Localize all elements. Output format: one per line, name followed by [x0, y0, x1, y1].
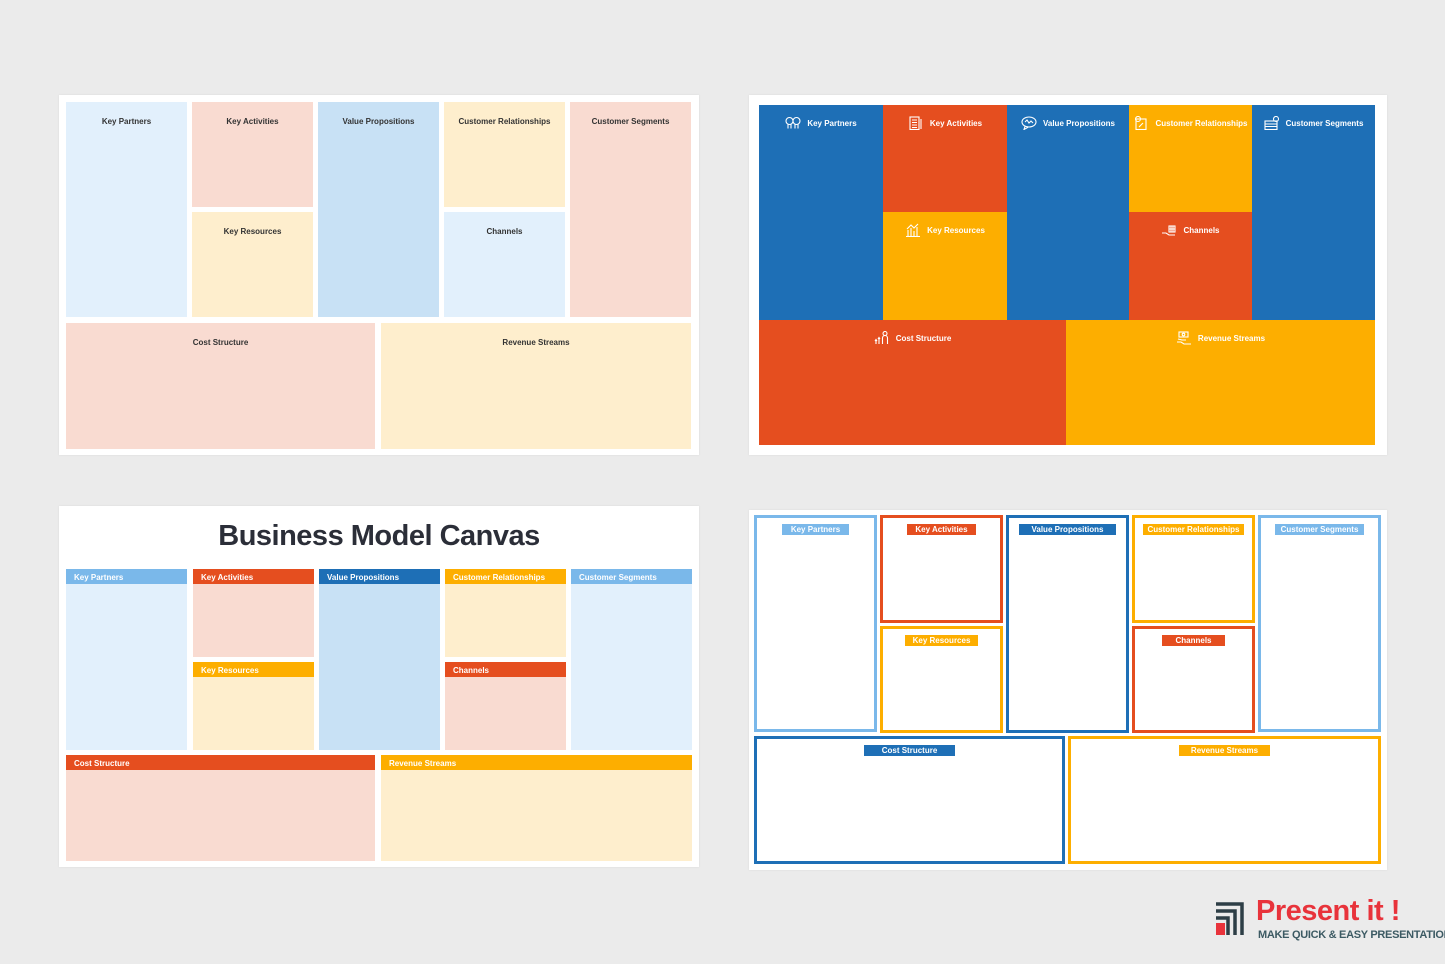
- block-key-activities: Key Activities: [193, 569, 314, 657]
- block-value-propositions: Value Propositions: [1007, 105, 1129, 320]
- block-cost-structure: Cost Structure: [754, 736, 1065, 864]
- block-revenue-streams: Revenue Streams: [1068, 736, 1381, 864]
- block-cost-structure: Cost Structure: [66, 323, 375, 449]
- speech-bubble-icon: [1021, 116, 1037, 132]
- block-customer-segments: Customer Segments: [571, 569, 692, 750]
- block-label: Revenue Streams: [502, 338, 570, 347]
- block-cost-structure: Cost Structure: [66, 755, 375, 861]
- block-label: Channels: [1162, 635, 1225, 646]
- block-customer-relationships: Customer Relationships: [444, 102, 565, 207]
- block-label: Key Partners: [781, 524, 850, 535]
- block-header: Channels: [445, 662, 566, 677]
- block-channels: Channels: [1132, 626, 1255, 733]
- partners-heads-icon: [785, 116, 801, 132]
- block-revenue-streams: Revenue Streams: [381, 755, 692, 861]
- block-header: Revenue Streams: [381, 755, 692, 770]
- block-customer-segments: Customer Segments: [1258, 515, 1381, 732]
- block-value-propositions: Value Propositions: [318, 102, 439, 317]
- block-label: Key Activities: [226, 117, 279, 126]
- block-key-resources: Key Resources: [192, 212, 313, 317]
- block-label: Channels: [486, 227, 523, 236]
- block-header: Customer Segments: [571, 569, 692, 584]
- chart-bars-icon: [905, 223, 921, 239]
- block-key-partners: Key Partners: [66, 569, 187, 750]
- block-key-partners: Key Partners: [66, 102, 187, 317]
- block-label: Revenue Streams: [1197, 334, 1266, 343]
- block-header: Key Partners: [66, 569, 187, 584]
- block-key-activities: Key Activities: [880, 515, 1003, 623]
- canvas-slide-pastel[interactable]: Key Partners Key Activities Key Resource…: [59, 95, 699, 455]
- clipboard-list-icon: [908, 116, 924, 132]
- block-key-activities: Key Activities: [192, 102, 313, 207]
- block-channels: Channels: [444, 212, 565, 317]
- canvas-slide-outlined[interactable]: Key Partners Key Activities Key Resource…: [749, 510, 1387, 870]
- block-header: Cost Structure: [66, 755, 375, 770]
- block-label: Customer Relationships: [458, 117, 551, 126]
- handshake-document-icon: [1133, 115, 1149, 132]
- block-key-partners: Key Partners: [754, 515, 877, 732]
- logo-tagline: MAKE QUICK & EASY PRESENTATIONS: [1258, 929, 1445, 941]
- block-label: Value Propositions: [1042, 119, 1115, 128]
- block-revenue-streams: Revenue Streams: [381, 323, 691, 449]
- block-customer-relationships: Customer Relationships: [445, 569, 566, 657]
- present-it-logo: Present it ! MAKE QUICK & EASY PRESENTAT…: [1216, 895, 1445, 942]
- block-customer-relationships: Customer Relationships: [1132, 515, 1255, 623]
- person-growth-icon: [874, 330, 890, 347]
- block-value-propositions: Value Propositions: [319, 569, 440, 750]
- block-header: Value Propositions: [319, 569, 440, 584]
- logo-name: Present it !: [1256, 895, 1400, 927]
- block-label: Key Activities: [907, 524, 976, 535]
- block-label: Cost Structure: [192, 338, 249, 347]
- block-label: Customer Relationships: [1155, 119, 1248, 128]
- block-label: Cost Structure: [863, 745, 956, 756]
- block-cost-structure: Cost Structure: [759, 320, 1066, 445]
- block-customer-relationships: Customer Relationships: [1129, 105, 1252, 212]
- block-key-partners: Key Partners: [759, 105, 883, 320]
- block-label: Channels: [1183, 226, 1220, 235]
- block-key-resources: Key Resources: [193, 662, 314, 750]
- slide-title: Business Model Canvas: [218, 520, 540, 552]
- block-customer-segments: Customer Segments: [570, 102, 691, 317]
- logo-mark-icon: [1216, 902, 1244, 935]
- block-revenue-streams: Revenue Streams: [1066, 320, 1375, 445]
- block-label: Key Resources: [223, 227, 282, 236]
- block-header: Key Activities: [193, 569, 314, 584]
- block-key-resources: Key Resources: [880, 626, 1003, 733]
- block-channels: Channels: [445, 662, 566, 750]
- block-label: Customer Segments: [1285, 119, 1364, 128]
- block-label: Key Resources: [927, 226, 985, 235]
- canvas-slide-titled[interactable]: Business Model Canvas Key Partners Key A…: [59, 506, 699, 867]
- block-label: Revenue Streams: [1178, 745, 1271, 756]
- block-label: Customer Segments: [1274, 524, 1365, 535]
- block-label: Value Propositions: [342, 117, 415, 126]
- block-label: Customer Segments: [591, 117, 670, 126]
- block-label: Cost Structure: [895, 334, 952, 343]
- block-label: Key Activities: [929, 119, 983, 128]
- block-key-activities: Key Activities: [883, 105, 1007, 212]
- money-hand-icon: [1176, 331, 1192, 347]
- block-channels: Channels: [1129, 212, 1252, 320]
- canvas-slide-solid-icons[interactable]: Key Partners Key Activities Key Resource…: [749, 95, 1387, 455]
- block-customer-segments: Customer Segments: [1252, 105, 1375, 320]
- hand-delivery-icon: [1161, 225, 1177, 239]
- wallet-check-icon: [1264, 115, 1280, 132]
- block-header: Key Resources: [193, 662, 314, 677]
- block-label: Customer Relationships: [1143, 524, 1244, 535]
- block-label: Key Partners: [101, 117, 152, 126]
- block-label: Value Propositions: [1019, 524, 1116, 535]
- block-label: Key Resources: [904, 635, 979, 646]
- block-value-propositions: Value Propositions: [1006, 515, 1129, 733]
- block-key-resources: Key Resources: [883, 212, 1007, 320]
- block-label: Key Partners: [807, 119, 857, 128]
- block-header: Customer Relationships: [445, 569, 566, 584]
